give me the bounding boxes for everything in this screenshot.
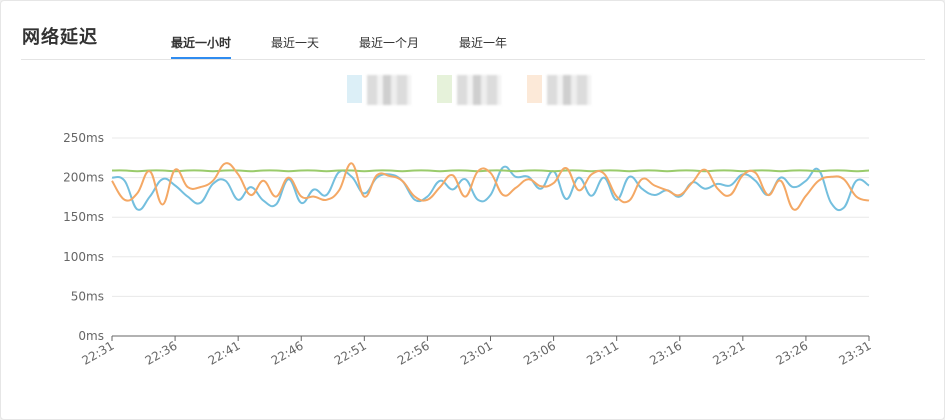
x-tick-label: 23:01 — [458, 338, 495, 367]
x-tick-label: 23:06 — [521, 338, 558, 367]
latency-line-chart: 0ms50ms100ms150ms200ms250ms22:31 22:36 22:… — [63, 131, 874, 368]
x-tick-label: 22:56 — [395, 338, 432, 367]
x-tick-label: 22:51 — [332, 338, 369, 367]
x-tick-label: 23:11 — [584, 338, 621, 367]
x-tick-label: 23:16 — [647, 338, 684, 367]
x-tick-label: 23:26 — [773, 338, 810, 367]
x-tick-label: 23:21 — [710, 338, 747, 367]
x-tick-label: 22:36 — [143, 338, 180, 367]
y-tick-label: 150ms — [63, 210, 104, 224]
series-line-2 — [111, 169, 870, 173]
x-tick-label: 22:41 — [206, 338, 243, 367]
y-tick-label: 200ms — [63, 171, 104, 185]
x-tick-label: 23:31 — [837, 338, 874, 367]
y-tick-label: 0ms — [78, 329, 104, 343]
y-tick-label: 50ms — [71, 289, 104, 303]
x-tick-label: 22:46 — [269, 338, 306, 367]
y-tick-label: 250ms — [63, 131, 104, 145]
y-tick-label: 100ms — [63, 250, 104, 264]
